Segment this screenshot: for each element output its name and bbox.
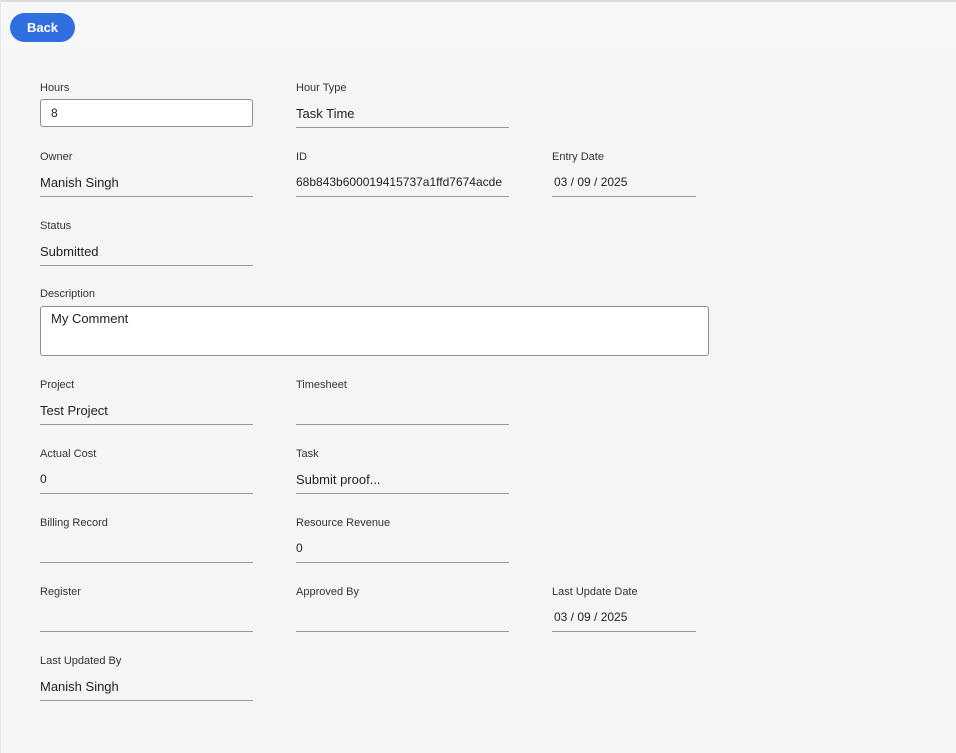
last-updated-by-value: Manish Singh <box>40 679 119 694</box>
task-underline <box>296 493 509 494</box>
project-value: Test Project <box>40 403 108 418</box>
last-updated-by-field: Last Updated By Manish Singh <box>40 655 253 701</box>
project-underline <box>40 424 253 425</box>
description-label: Description <box>40 288 96 300</box>
timesheet-underline <box>296 424 509 425</box>
actual-cost-value: 0 <box>40 472 47 486</box>
status-field: Status Submitted <box>40 220 253 266</box>
description-field: Description My Comment <box>40 288 709 356</box>
approved-by-underline <box>296 631 509 632</box>
last-update-date-value: 03 / 09 / 2025 <box>554 610 628 624</box>
timesheet-label: Timesheet <box>296 379 347 391</box>
project-field: Project Test Project <box>40 379 253 425</box>
entry-date-underline <box>552 196 696 197</box>
id-field: ID 68b843b600019415737a1ffd7674acde <box>296 151 509 197</box>
register-label: Register <box>40 586 81 598</box>
last-updated-by-label: Last Updated By <box>40 655 122 667</box>
header-bar: Back <box>1 2 956 48</box>
owner-field: Owner Manish Singh <box>40 151 253 197</box>
billing-record-field: Billing Record <box>40 517 253 563</box>
actual-cost-label: Actual Cost <box>40 448 97 460</box>
hours-input[interactable]: 8 <box>40 99 253 127</box>
task-value: Submit proof... <box>296 472 381 487</box>
record-form: Hours 8 Hour Type Task Time Owner Manish… <box>1 48 956 753</box>
register-field: Register <box>40 586 253 632</box>
billing-record-label: Billing Record <box>40 517 108 529</box>
task-field: Task Submit proof... <box>296 448 509 494</box>
id-label: ID <box>296 151 307 163</box>
hour-type-underline <box>296 127 509 128</box>
actual-cost-underline <box>40 493 253 494</box>
owner-value: Manish Singh <box>40 175 119 190</box>
hours-label: Hours <box>40 82 70 94</box>
description-textarea[interactable]: My Comment <box>40 306 709 356</box>
resource-revenue-field: Resource Revenue 0 <box>296 517 509 563</box>
owner-label: Owner <box>40 151 73 163</box>
approved-by-label: Approved By <box>296 586 359 598</box>
entry-date-label: Entry Date <box>552 151 604 163</box>
timesheet-field: Timesheet <box>296 379 509 425</box>
last-updated-by-underline <box>40 700 253 701</box>
resource-revenue-value: 0 <box>296 541 303 555</box>
hour-type-label: Hour Type <box>296 82 347 94</box>
register-underline <box>40 631 253 632</box>
status-value: Submitted <box>40 244 99 259</box>
actual-cost-field: Actual Cost 0 <box>40 448 253 494</box>
entry-date-value: 03 / 09 / 2025 <box>554 175 628 189</box>
resource-revenue-label: Resource Revenue <box>296 517 391 529</box>
owner-underline <box>40 196 253 197</box>
last-update-date-label: Last Update Date <box>552 586 638 598</box>
last-update-date-field: Last Update Date 03 / 09 / 2025 <box>552 586 696 632</box>
entry-date-field: Entry Date 03 / 09 / 2025 <box>552 151 696 197</box>
id-value: 68b843b600019415737a1ffd7674acde <box>296 175 502 189</box>
id-underline <box>296 196 509 197</box>
status-label: Status <box>40 220 72 232</box>
task-label: Task <box>296 448 319 460</box>
back-button[interactable]: Back <box>10 13 75 42</box>
approved-by-field: Approved By <box>296 586 509 632</box>
project-label: Project <box>40 379 75 391</box>
resource-revenue-underline <box>296 562 509 563</box>
hour-type-field: Hour Type Task Time <box>296 82 509 128</box>
billing-record-underline <box>40 562 253 563</box>
hour-type-value: Task Time <box>296 106 355 121</box>
hours-field: Hours 8 <box>40 82 253 128</box>
last-update-date-underline <box>552 631 696 632</box>
status-underline <box>40 265 253 266</box>
